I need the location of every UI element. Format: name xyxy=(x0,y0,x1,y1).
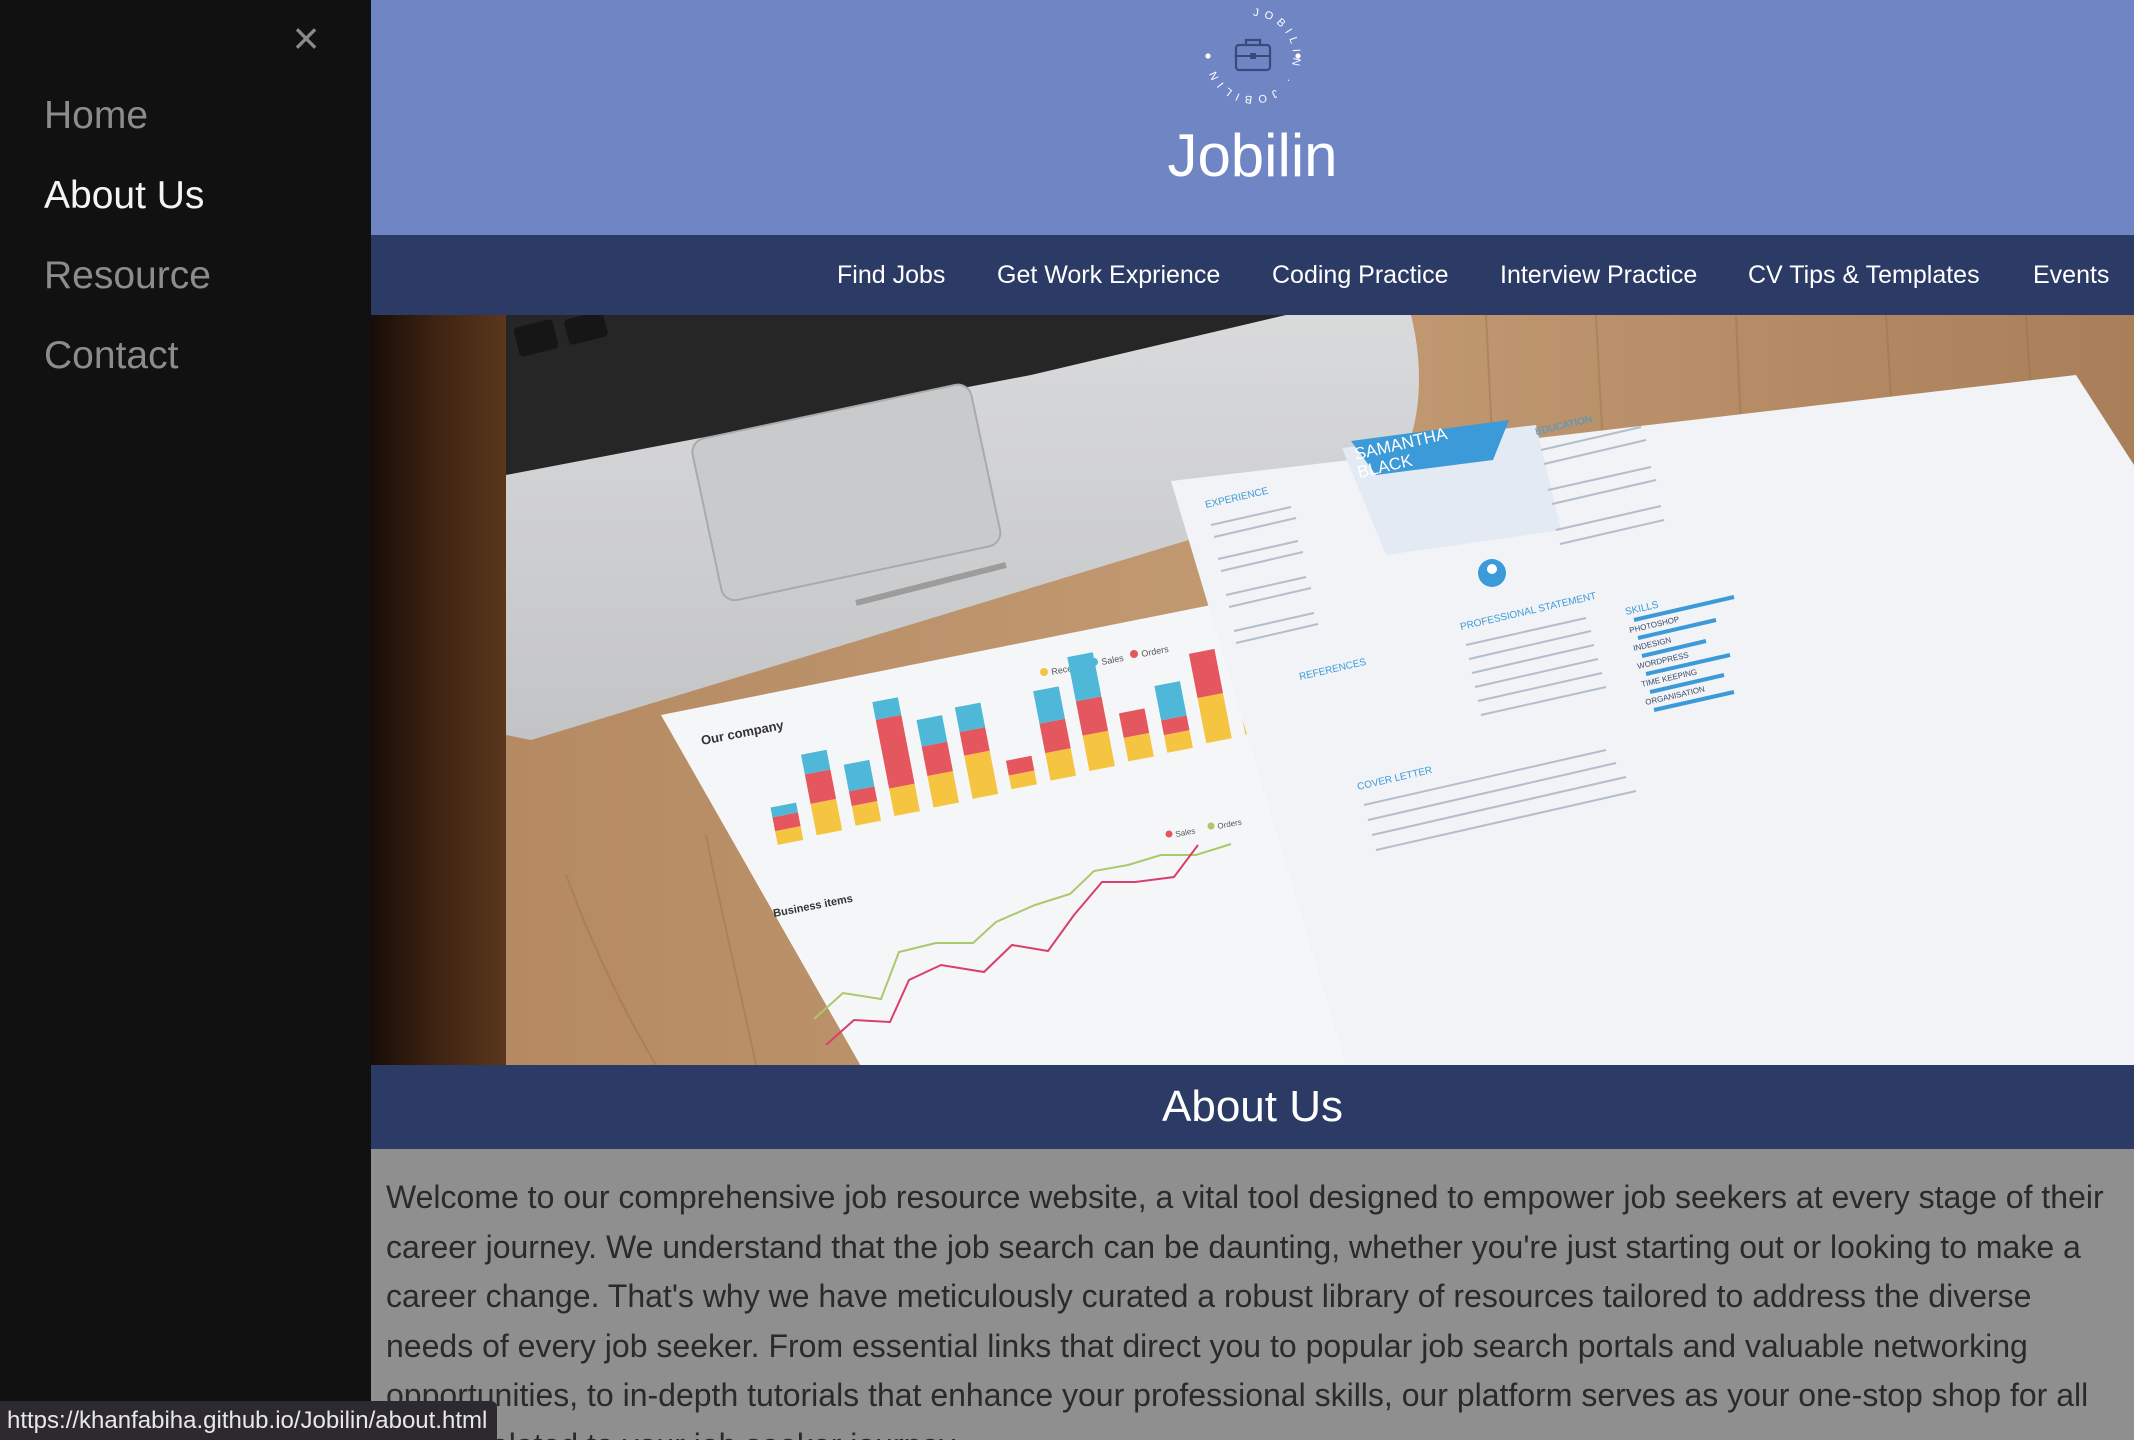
site-header: JOBILIN · JOBILIN · Jobilin xyxy=(371,0,2134,235)
about-heading-bar: About Us xyxy=(371,1065,2134,1149)
hero-image: Our company Receipts Sales Orders Busine… xyxy=(371,315,2134,1065)
nav-cv-tips-templates[interactable]: CV Tips & Templates xyxy=(1748,235,1980,315)
nav-coding-practice[interactable]: Coding Practice xyxy=(1272,235,1448,315)
site-title: Jobilin xyxy=(1167,122,1338,189)
hero-dark-edge xyxy=(371,315,506,1065)
resume-document: SAMANTHA BLACK EXPERIENCE EDUCATION SKIL… xyxy=(1171,375,2134,1065)
sidebar-item-resource[interactable]: Resource xyxy=(44,252,211,300)
close-icon[interactable]: × xyxy=(289,14,323,62)
browser-viewport: × Home About Us Resource Contact JOBILIN… xyxy=(0,0,2134,1440)
nav-interview-practice[interactable]: Interview Practice xyxy=(1500,235,1697,315)
page-title: About Us xyxy=(1162,1082,1343,1131)
top-navigation: Find Jobs Get Work Exprience Coding Prac… xyxy=(371,235,2134,315)
sidebar-item-contact[interactable]: Contact xyxy=(44,332,178,380)
briefcase-icon xyxy=(1234,38,1272,72)
main-content: JOBILIN · JOBILIN · Jobilin Find Jobs Ge… xyxy=(371,0,2134,1440)
sidebar-item-about-us[interactable]: About Us xyxy=(44,172,204,220)
side-navigation: × Home About Us Resource Contact xyxy=(0,0,371,1440)
desk-photo: Our company Receipts Sales Orders Busine… xyxy=(506,315,2134,1065)
logo[interactable]: JOBILIN · JOBILIN · xyxy=(1203,6,1303,116)
about-paragraph: Welcome to our comprehensive job resourc… xyxy=(386,1179,2104,1440)
nav-find-jobs[interactable]: Find Jobs xyxy=(837,235,945,315)
nav-events[interactable]: Events xyxy=(2033,235,2109,315)
status-bar-url: https://khanfabiha.github.io/Jobilin/abo… xyxy=(0,1401,498,1440)
nav-get-work-experience[interactable]: Get Work Exprience xyxy=(997,235,1220,315)
sidebar-item-home[interactable]: Home xyxy=(44,92,148,140)
